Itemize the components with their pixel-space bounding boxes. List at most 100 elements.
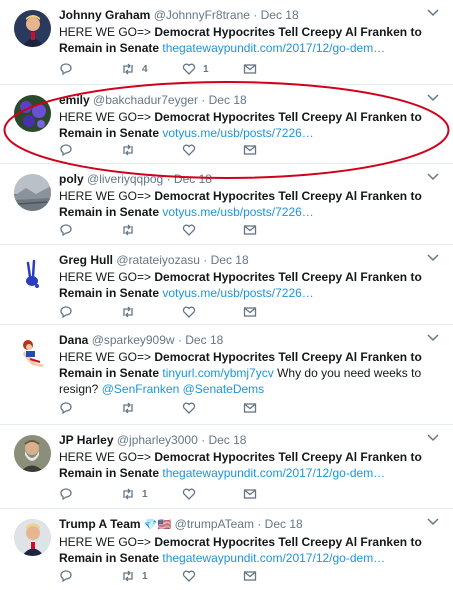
display-name[interactable]: Johnny Graham (59, 8, 150, 22)
tweet-item[interactable]: Trump A Team 💎🇺🇸 @trumpATeam · Dec 18 HE… (0, 509, 453, 590)
tweet-link[interactable]: thegatewaypundit.com/2017/12/go-dem… (162, 466, 385, 480)
display-name[interactable]: poly (59, 172, 84, 186)
chevron-down-icon[interactable] (427, 433, 439, 443)
tweet-link[interactable]: votyus.me/usb/posts/7226… (162, 126, 313, 140)
tweet-link[interactable]: thegatewaypundit.com/2017/12/go-dem… (162, 551, 385, 565)
chevron-down-icon[interactable] (427, 172, 439, 182)
timestamp[interactable]: Dec 18 (209, 93, 247, 107)
reply-button[interactable] (59, 142, 73, 158)
timestamp[interactable]: Dec 18 (208, 433, 246, 447)
timestamp[interactable]: Dec 18 (185, 333, 223, 347)
like-button[interactable] (182, 142, 196, 158)
user-handle[interactable]: @ratateiyozasu (116, 253, 200, 267)
retweet-count: 1 (142, 570, 148, 582)
chevron-down-icon[interactable] (427, 253, 439, 263)
tweet-item[interactable]: emily @bakchadur7eyger · Dec 18 HERE WE … (0, 85, 453, 164)
user-handle[interactable]: @sparkey909w (92, 333, 175, 347)
direct-message-button[interactable] (243, 222, 257, 238)
heart-icon (182, 488, 196, 500)
direct-message-button[interactable] (243, 304, 257, 320)
reply-button[interactable] (59, 400, 73, 416)
retweet-icon (123, 570, 133, 582)
avatar[interactable] (14, 255, 51, 292)
envelope-icon (243, 64, 257, 74)
chevron-down-icon[interactable] (427, 333, 439, 343)
retweet-icon (123, 306, 133, 318)
display-name[interactable]: JP Harley (59, 433, 114, 447)
tweet-item[interactable]: Johnny Graham @JohnnyFr8trane · Dec 18 H… (0, 0, 453, 85)
display-name[interactable]: emily (59, 93, 90, 107)
display-name[interactable]: Trump A Team (59, 517, 141, 531)
retweet-button[interactable]: 1 (121, 486, 148, 502)
display-name[interactable]: Greg Hull (59, 253, 113, 267)
tweet-item[interactable]: JP Harley @jpharley3000 · Dec 18 HERE WE… (0, 425, 453, 509)
reply-button[interactable] (59, 304, 73, 320)
tweet-link[interactable]: thegatewaypundit.com/2017/12/go-dem… (162, 41, 385, 55)
retweet-icon (123, 224, 133, 236)
direct-message-button[interactable] (243, 400, 257, 416)
tweet-link[interactable]: tinyurl.com/ybmj7ycv (162, 366, 273, 380)
direct-message-button[interactable] (243, 61, 257, 77)
user-handle[interactable]: @jpharley3000 (117, 433, 198, 447)
direct-message-button[interactable] (243, 142, 257, 158)
like-button[interactable]: 1 (182, 61, 209, 77)
retweet-button[interactable] (121, 400, 135, 416)
tweet-item[interactable]: Dana @sparkey909w · Dec 18 HERE WE GO=> … (0, 325, 453, 425)
tweet-link[interactable]: votyus.me/usb/posts/7226… (162, 286, 313, 300)
display-name[interactable]: Dana (59, 333, 88, 347)
chevron-down-icon[interactable] (427, 8, 439, 18)
avatar[interactable] (14, 174, 51, 211)
tweet-actions (59, 304, 299, 320)
direct-message-button[interactable] (243, 568, 257, 584)
retweet-button[interactable] (121, 142, 135, 158)
tweet-item[interactable]: Greg Hull @ratateiyozasu · Dec 18 HERE W… (0, 245, 453, 325)
reply-button[interactable] (59, 568, 73, 584)
tweet-text: HERE WE GO=> Democrat Hypocrites Tell Cr… (59, 534, 429, 566)
mention-link[interactable]: @SenFranken (102, 382, 180, 396)
avatar[interactable] (14, 10, 51, 47)
timestamp[interactable]: Dec 18 (261, 8, 299, 22)
tweet-header: emily @bakchadur7eyger · Dec 18 (59, 92, 429, 108)
envelope-icon (243, 307, 257, 317)
avatar[interactable] (14, 435, 51, 472)
avatar[interactable] (14, 335, 51, 372)
reply-button[interactable] (59, 486, 73, 502)
tweet-header: Dana @sparkey909w · Dec 18 (59, 332, 429, 348)
retweet-icon (123, 144, 133, 156)
like-button[interactable] (182, 568, 196, 584)
timestamp[interactable]: Dec 18 (211, 253, 249, 267)
retweet-button[interactable] (121, 222, 135, 238)
avatar[interactable] (14, 95, 51, 132)
tweet-item[interactable]: poly @liveriyqqpog · Dec 18 HERE WE GO=>… (0, 164, 453, 245)
user-handle[interactable]: @JohnnyFr8trane (154, 8, 250, 22)
tweet-header: Trump A Team 💎🇺🇸 @trumpATeam · Dec 18 (59, 516, 429, 533)
tweet-header: poly @liveriyqqpog · Dec 18 (59, 171, 429, 187)
retweet-button[interactable]: 4 (121, 61, 148, 77)
reply-icon (60, 63, 72, 76)
tweet-link[interactable]: votyus.me/usb/posts/7226… (162, 205, 313, 219)
user-handle[interactable]: @liveriyqqpog (87, 172, 163, 186)
separator-dot: · (257, 517, 262, 531)
avatar[interactable] (14, 519, 51, 556)
envelope-icon (243, 145, 257, 155)
like-button[interactable] (182, 304, 196, 320)
mention-link[interactable]: @SenateDems (183, 382, 265, 396)
reply-button[interactable] (59, 222, 73, 238)
like-button[interactable] (182, 486, 196, 502)
heart-icon (182, 570, 196, 582)
like-button[interactable] (182, 222, 196, 238)
user-handle[interactable]: @trumpATeam (175, 517, 254, 531)
name-emoji: 💎🇺🇸 (143, 519, 172, 531)
heart-icon (182, 63, 196, 75)
chevron-down-icon[interactable] (427, 517, 439, 527)
timestamp[interactable]: Dec 18 (174, 172, 212, 186)
timestamp[interactable]: Dec 18 (265, 517, 303, 531)
like-button[interactable] (182, 400, 196, 416)
user-handle[interactable]: @bakchadur7eyger (93, 93, 198, 107)
retweet-button[interactable] (121, 304, 135, 320)
chevron-down-icon[interactable] (427, 93, 439, 103)
direct-message-button[interactable] (243, 486, 257, 502)
reply-button[interactable] (59, 61, 73, 77)
reply-icon (60, 402, 72, 415)
retweet-button[interactable]: 1 (121, 568, 148, 584)
